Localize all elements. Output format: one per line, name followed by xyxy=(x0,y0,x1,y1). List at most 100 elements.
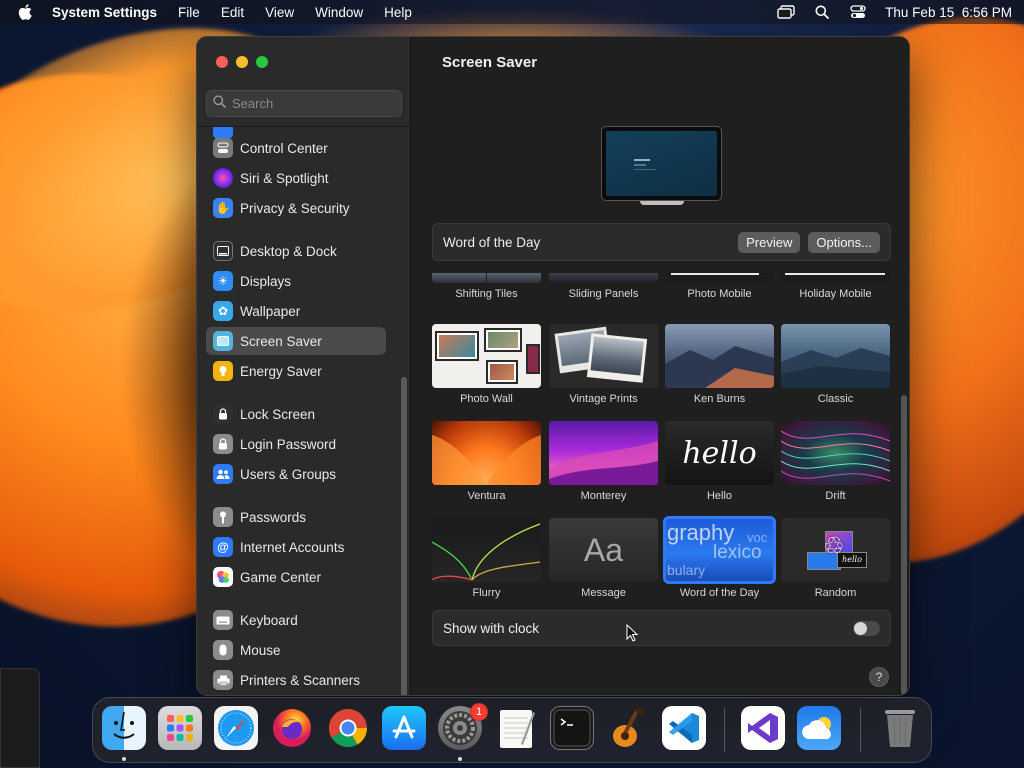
sidebar-item-label: Printers & Scanners xyxy=(240,672,361,688)
menu-window[interactable]: Window xyxy=(315,5,363,20)
dock-terminal[interactable] xyxy=(550,706,594,750)
menu-view[interactable]: View xyxy=(265,5,294,20)
saver-tile-ken-burns[interactable]: Ken Burns xyxy=(665,324,774,405)
sidebar-item-screen-saver[interactable]: Screen Saver xyxy=(206,327,386,355)
sidebar-item-label: Users & Groups xyxy=(240,466,337,482)
game-center-icon xyxy=(213,567,233,587)
main-scrollbar[interactable] xyxy=(901,395,907,695)
lock-icon xyxy=(213,404,233,424)
sidebar-item-printers-scanners[interactable]: Printers & Scanners xyxy=(206,666,386,694)
dock-visual-studio[interactable] xyxy=(741,706,785,750)
close-button[interactable] xyxy=(216,56,228,68)
dock-weather[interactable] xyxy=(797,706,841,750)
saver-tile-holiday-mobile[interactable]: Holiday Mobile xyxy=(781,273,890,300)
window-controls xyxy=(216,56,268,68)
guitar-icon xyxy=(613,707,645,747)
sidebar-item-label: Privacy & Security xyxy=(240,200,350,216)
dock-app-store[interactable] xyxy=(382,706,426,750)
finder-icon xyxy=(113,711,135,739)
sidebar-item-label: Wallpaper xyxy=(240,303,301,319)
at-icon: @ xyxy=(213,537,233,557)
minimize-button[interactable] xyxy=(236,56,248,68)
saver-tile-classic[interactable]: Classic xyxy=(781,324,890,405)
dock-icon xyxy=(213,241,233,261)
dock-vscode[interactable] xyxy=(662,706,706,750)
zoom-button[interactable] xyxy=(256,56,268,68)
dock-firefox[interactable] xyxy=(270,706,314,750)
screen-mirroring-icon[interactable] xyxy=(777,4,795,20)
sidebar-item-passwords[interactable]: Passwords xyxy=(206,503,386,531)
saver-tile-random[interactable]: hello ♲ Random xyxy=(781,518,890,599)
sidebar-item-control-center[interactable]: Control Center xyxy=(206,134,386,162)
saver-tile-vintage-prints[interactable]: Vintage Prints xyxy=(549,324,658,405)
dock-launchpad[interactable] xyxy=(158,706,202,750)
saver-tile-sliding-panels[interactable]: Sliding Panels xyxy=(549,273,658,300)
lock-icon xyxy=(213,434,233,454)
saver-tile-ventura[interactable]: Ventura xyxy=(432,421,541,502)
background-window-edge xyxy=(0,668,40,768)
preview-button[interactable]: Preview xyxy=(738,231,801,253)
sidebar-item-label: Control Center xyxy=(240,140,328,156)
sidebar-item-login-password[interactable]: Login Password xyxy=(206,430,386,458)
saver-tile-hello[interactable]: hello Hello xyxy=(665,421,774,502)
users-icon xyxy=(213,464,233,484)
sidebar-item-lock-screen[interactable]: Lock Screen xyxy=(206,400,386,428)
saver-label: Ken Burns xyxy=(693,393,746,405)
sidebar-item-internet-accounts[interactable]: @ Internet Accounts xyxy=(206,533,386,561)
saver-label: Photo Wall xyxy=(460,393,513,405)
sidebar-item-energy-saver[interactable]: Energy Saver xyxy=(206,357,386,385)
sidebar-item-keyboard[interactable]: Keyboard xyxy=(206,606,386,634)
saver-tile-flurry[interactable]: Flurry xyxy=(432,518,541,599)
dock-safari[interactable] xyxy=(214,706,258,750)
menu-help[interactable]: Help xyxy=(384,5,412,20)
dock-textedit[interactable] xyxy=(494,706,538,750)
saver-tile-shifting-tiles[interactable]: Shifting Tiles xyxy=(432,273,541,300)
apple-logo-icon[interactable] xyxy=(18,4,32,20)
dock-chrome[interactable] xyxy=(326,706,370,750)
sidebar-item-users-groups[interactable]: Users & Groups xyxy=(206,460,386,488)
options-button[interactable]: Options... xyxy=(808,231,880,253)
saver-tile-word-of-the-day[interactable]: graphy voc lexico bulary Word of the Day xyxy=(663,516,776,599)
control-center-icon xyxy=(213,138,233,158)
textedit-icon xyxy=(500,710,535,748)
sidebar-item-mouse[interactable]: Mouse xyxy=(206,636,386,664)
saver-label: Photo Mobile xyxy=(687,288,752,300)
spotlight-search-icon[interactable] xyxy=(813,4,831,20)
saver-tile-monterey[interactable]: Monterey xyxy=(549,421,658,502)
sidebar-item-wallpaper[interactable]: ✿ Wallpaper xyxy=(206,297,386,325)
saver-tile-photo-wall[interactable]: Photo Wall xyxy=(432,324,541,405)
flower-icon: ✿ xyxy=(213,301,233,321)
sidebar-list: Control Center Siri & Spotlight ✋ Privac… xyxy=(197,127,411,695)
sidebar-item-privacy-security[interactable]: ✋ Privacy & Security xyxy=(206,194,386,222)
saver-label: Shifting Tiles xyxy=(455,288,518,300)
visual-studio-icon xyxy=(748,713,778,743)
sidebar-item-game-center[interactable]: Game Center xyxy=(206,563,386,591)
saver-tile-message[interactable]: Aa Message xyxy=(549,518,658,599)
saver-label: Random xyxy=(814,587,857,599)
chrome-icon xyxy=(328,708,368,748)
menu-edit[interactable]: Edit xyxy=(221,5,244,20)
search-input[interactable] xyxy=(232,96,392,111)
show-with-clock-label: Show with clock xyxy=(443,620,540,636)
show-with-clock-toggle[interactable] xyxy=(853,620,880,636)
app-store-icon xyxy=(392,715,416,739)
dock-finder[interactable] xyxy=(102,706,146,750)
saver-tile-photo-mobile[interactable]: Photo Mobile xyxy=(665,273,774,300)
screen-saver-grid: Shifting Tiles Sliding Panels Photo Mobi… xyxy=(432,273,898,603)
dock: 1 xyxy=(92,697,932,763)
sidebar-item-siri-spotlight[interactable]: Siri & Spotlight xyxy=(206,164,386,192)
mouse-pointer-icon xyxy=(626,623,639,647)
control-center-icon[interactable] xyxy=(849,4,867,20)
sidebar-scrollbar[interactable] xyxy=(401,377,407,695)
sidebar-item-desktop-dock[interactable]: Desktop & Dock xyxy=(206,237,386,265)
dock-garageband[interactable] xyxy=(606,706,650,750)
page-title: Screen Saver xyxy=(442,54,538,71)
help-button[interactable]: ? xyxy=(869,667,889,687)
dock-trash[interactable] xyxy=(878,706,922,750)
menu-app-name[interactable]: System Settings xyxy=(52,5,157,20)
menu-file[interactable]: File xyxy=(178,5,200,20)
saver-tile-drift[interactable]: Drift xyxy=(781,421,890,502)
menu-datetime[interactable]: Thu Feb 15 6:56 PM xyxy=(885,5,1012,20)
search-field[interactable] xyxy=(206,90,402,117)
sidebar-item-displays[interactable]: ☀ Displays xyxy=(206,267,386,295)
